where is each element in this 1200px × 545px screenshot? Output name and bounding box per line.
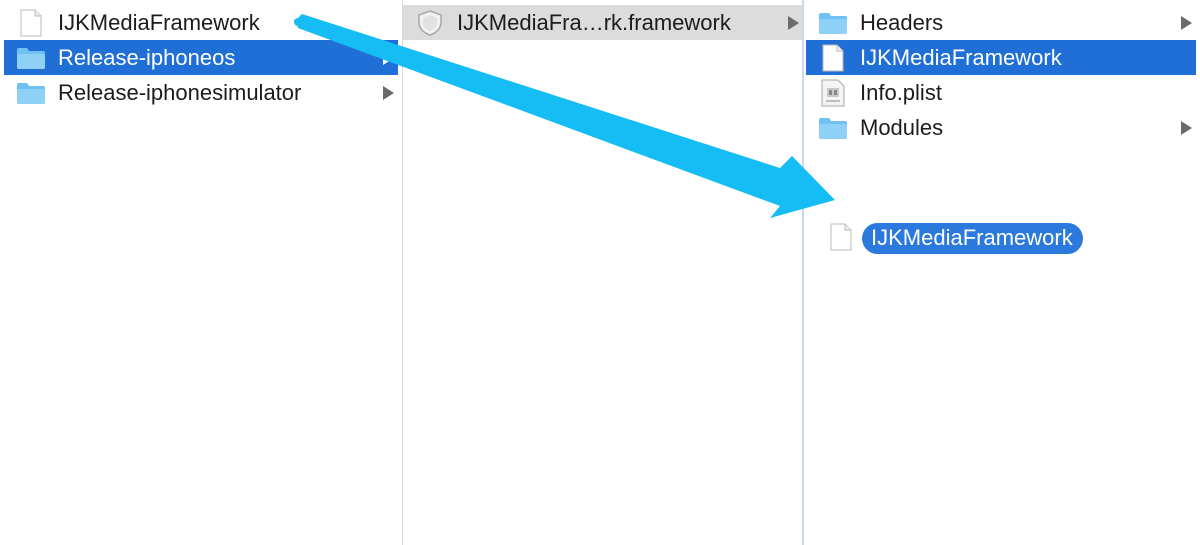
plist-icon xyxy=(818,79,848,107)
disclosure-chevron-icon[interactable] xyxy=(1181,120,1192,135)
document-icon xyxy=(830,223,856,253)
folder-row-label: Modules xyxy=(860,114,944,140)
folder-icon xyxy=(16,44,46,72)
folder-row-modules[interactable]: Modules xyxy=(806,110,1196,145)
disclosure-chevron-icon[interactable] xyxy=(1181,15,1192,30)
disclosure-chevron-icon[interactable] xyxy=(383,85,394,100)
document-icon xyxy=(16,9,46,37)
file-row-ijkmediaframework[interactable]: IJKMediaFramework xyxy=(806,40,1196,75)
framework-row-label: IJKMediaFra…rk.framework xyxy=(457,9,731,35)
folder-row-label: Headers xyxy=(860,9,944,35)
folder-icon xyxy=(16,79,46,107)
column-2: IJKMediaFra…rk.framework xyxy=(403,0,803,545)
column-1: IJKMediaFramework Release-iphoneos Relea… xyxy=(0,0,402,545)
drag-ghost[interactable]: IJKMediaFramework xyxy=(830,222,1083,254)
folder-icon xyxy=(818,9,848,37)
folder-row-headers[interactable]: Headers xyxy=(806,5,1196,40)
framework-row-ijkmediaframework[interactable]: IJKMediaFra…rk.framework xyxy=(403,5,803,40)
folder-icon xyxy=(818,114,848,142)
folder-row-release-iphonesimulator[interactable]: Release-iphonesimulator xyxy=(4,75,398,110)
document-icon xyxy=(818,44,848,72)
disclosure-chevron-icon[interactable] xyxy=(383,50,394,65)
file-row-info-plist[interactable]: Info.plist xyxy=(806,75,1196,110)
folder-row-label: Release-iphonesimulator xyxy=(58,79,302,105)
drag-ghost-label: IJKMediaFramework xyxy=(862,222,1083,254)
disclosure-chevron-icon[interactable] xyxy=(788,15,799,30)
column-3: Headers IJKMediaFramework Info.plist Mod… xyxy=(804,0,1200,545)
folder-row-label: Release-iphoneos xyxy=(58,44,236,70)
file-row-ijkmediaframework[interactable]: IJKMediaFramework xyxy=(4,5,398,40)
file-row-label: Info.plist xyxy=(860,79,942,105)
framework-icon xyxy=(415,9,445,37)
file-row-label: IJKMediaFramework xyxy=(860,44,1062,70)
file-row-label: IJKMediaFramework xyxy=(58,9,260,35)
folder-row-release-iphoneos[interactable]: Release-iphoneos xyxy=(4,40,398,75)
